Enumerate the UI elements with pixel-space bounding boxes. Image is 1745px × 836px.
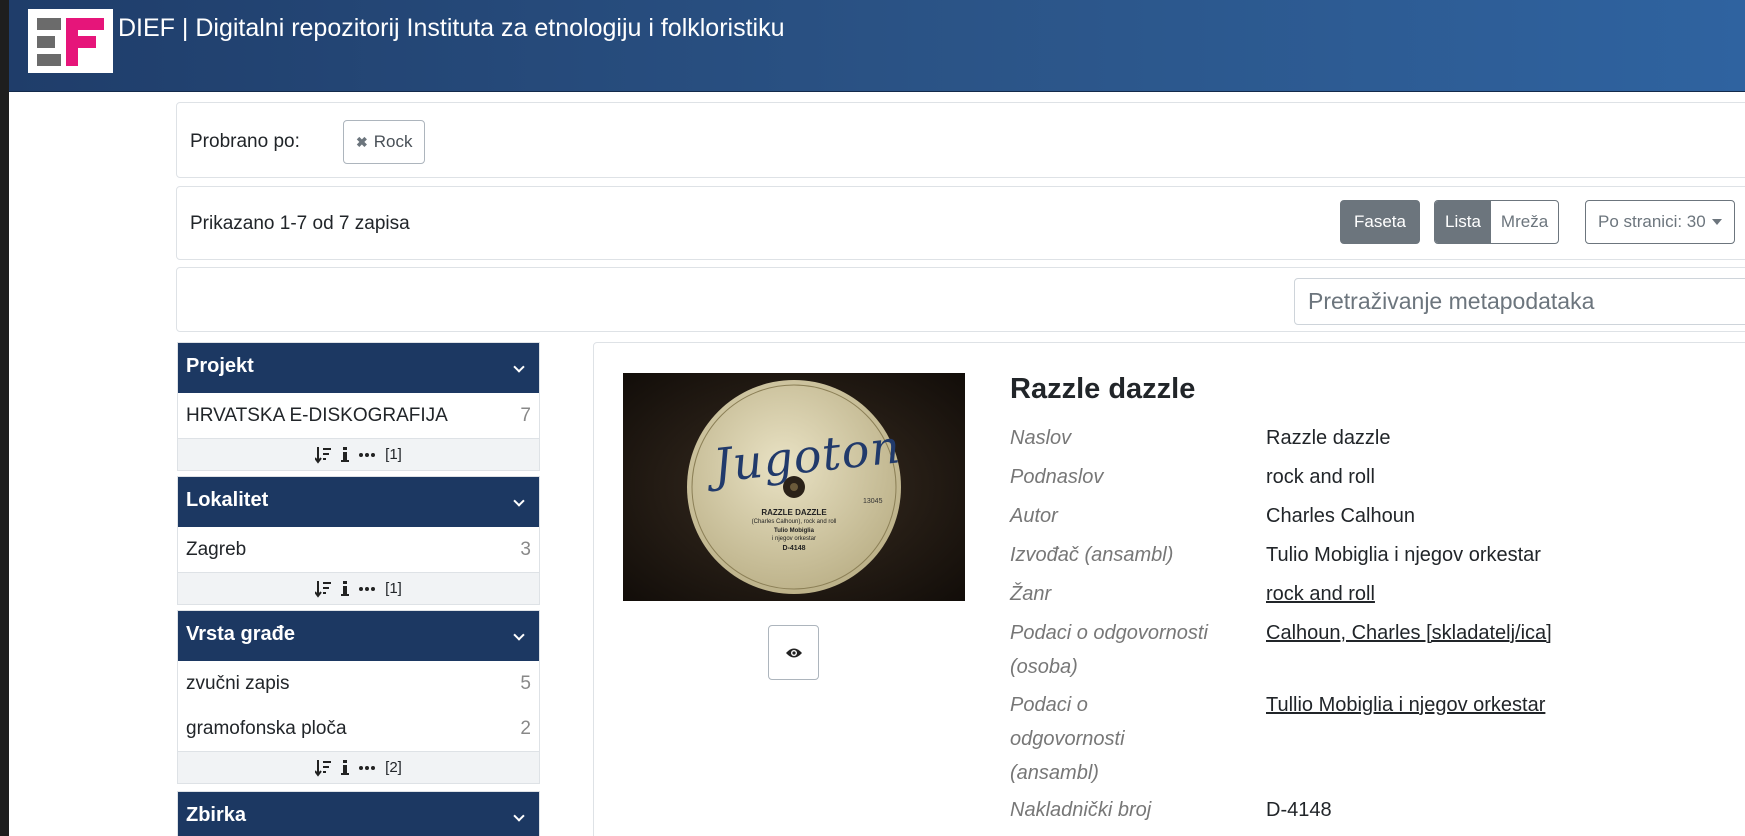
- record-card: Jugoton 13045 RAZZLE DAZZLE (Charles Cal…: [593, 342, 1745, 836]
- more-icon[interactable]: [359, 765, 376, 771]
- dief-logo[interactable]: [28, 9, 113, 73]
- label-side-number: 13045: [863, 498, 883, 505]
- meta-value: Charles Calhoun: [1266, 505, 1415, 527]
- meta-value-link[interactable]: Calhoun, Charles [skladatelj/ica]: [1266, 616, 1552, 650]
- facet-item-count: 3: [520, 538, 531, 560]
- sort-icon[interactable]: [315, 446, 332, 464]
- facet-vrsta-grade: Vrsta građe zvučni zapis 5 gramofonska p…: [177, 610, 540, 784]
- facet-more-count[interactable]: [1]: [385, 580, 402, 597]
- more-icon[interactable]: [359, 586, 376, 592]
- active-filters-panel: Probrano po: ✖ Rock: [176, 102, 1745, 178]
- facet-projekt: Projekt HRVATSKA E-DISKOGRAFIJA 7 [1]: [177, 342, 540, 471]
- faceta-button[interactable]: Faseta: [1340, 200, 1420, 244]
- meta-label: Podaci o odgovornosti (ansambl): [1010, 694, 1125, 784]
- facet-item-count: 7: [520, 404, 531, 426]
- eye-icon: [785, 648, 802, 657]
- view-toggle: Lista Mreža: [1434, 200, 1560, 244]
- facet-item[interactable]: zvučni zapis 5: [178, 661, 539, 706]
- sort-icon[interactable]: [315, 759, 332, 777]
- facet-header[interactable]: Zbirka: [178, 792, 539, 836]
- facet-item-label: zvučni zapis: [186, 672, 290, 694]
- facet-zbirka: Zbirka: [177, 791, 540, 836]
- meta-label: Autor: [1010, 505, 1058, 527]
- meta-label: Žanr: [1010, 583, 1052, 605]
- facet-header[interactable]: Vrsta građe: [178, 611, 539, 661]
- meta-value: Tulio Mobiglia i njegov orkestar: [1266, 544, 1541, 566]
- facet-item[interactable]: HRVATSKA E-DISKOGRAFIJA 7: [178, 393, 539, 438]
- meta-value: D-4148: [1266, 799, 1332, 821]
- meta-value-link[interactable]: rock and roll: [1266, 577, 1375, 611]
- meta-label: Naslov: [1010, 427, 1072, 449]
- list-view-button[interactable]: Lista: [1435, 201, 1491, 243]
- search-panel: Pretraživanje metapodataka: [176, 267, 1745, 332]
- site-header: DIEF | Digitalni repozitorij Instituta z…: [9, 0, 1745, 92]
- filter-chip-label: Rock: [373, 132, 413, 151]
- per-page-label: Po stranici: 30: [1598, 212, 1706, 231]
- meta-label: Podnaslov: [1010, 466, 1104, 488]
- site-title[interactable]: DIEF | Digitalni repozitorij Instituta z…: [118, 14, 785, 43]
- facet-footer: [2]: [178, 751, 539, 783]
- label-song: RAZZLE DAZZLE: [761, 508, 827, 517]
- more-icon[interactable]: [359, 452, 376, 458]
- sort-icon[interactable]: [315, 580, 332, 598]
- facet-item-label: gramofonska ploča: [186, 717, 347, 739]
- caret-down-icon: [1711, 219, 1722, 225]
- record-thumbnail[interactable]: Jugoton 13045 RAZZLE DAZZLE (Charles Cal…: [623, 373, 965, 601]
- record-title[interactable]: Razzle dazzle: [1010, 373, 1195, 406]
- facet-item-count: 2: [520, 717, 531, 739]
- filter-label: Probrano po:: [190, 131, 300, 152]
- facet-footer: [1]: [178, 438, 539, 470]
- info-icon[interactable]: [341, 580, 350, 597]
- facet-title: Lokalitet: [186, 489, 269, 511]
- per-page-dropdown[interactable]: Po stranici: 30: [1585, 200, 1735, 244]
- meta-label: Podaci o odgovornosti (osoba): [1010, 622, 1208, 678]
- info-icon[interactable]: [341, 759, 350, 776]
- label-line3: Tulio Mobiglia: [774, 528, 814, 534]
- label-line4: i njegov orkestar: [771, 536, 817, 542]
- meta-value: rock and roll: [1266, 466, 1375, 488]
- facet-more-count[interactable]: [1]: [385, 446, 402, 463]
- results-count: Prikazano 1-7 od 7 zapisa: [190, 213, 410, 234]
- grid-view-button[interactable]: Mreža: [1491, 201, 1558, 243]
- preview-button[interactable]: [768, 625, 819, 680]
- meta-label: Izvođač (ansambl): [1010, 544, 1174, 566]
- facet-title: Zbirka: [186, 804, 247, 826]
- facet-item-label: HRVATSKA E-DISKOGRAFIJA: [186, 404, 448, 426]
- label-number: D-4148: [782, 545, 806, 552]
- meta-value-link[interactable]: Tullio Mobiglia i njegov orkestar: [1266, 688, 1545, 722]
- meta-value: Razzle dazzle: [1266, 427, 1391, 449]
- facet-item[interactable]: Zagreb 3: [178, 527, 539, 572]
- facet-footer: [1]: [178, 572, 539, 604]
- browser-page: DIEF | Digitalni repozitorij Instituta z…: [9, 0, 1745, 836]
- filter-chip-rock[interactable]: ✖ Rock: [343, 120, 426, 164]
- facet-more-count[interactable]: [2]: [385, 759, 402, 776]
- chevron-down-icon: [513, 810, 525, 822]
- close-icon: ✖: [356, 133, 368, 150]
- vinyl-record-image: [623, 373, 965, 601]
- results-toolbar: Prikazano 1-7 od 7 zapisa Faseta Lista M…: [176, 186, 1745, 260]
- facet-lokalitet: Lokalitet Zagreb 3 [1]: [177, 476, 540, 605]
- facet-item-label: Zagreb: [186, 538, 247, 560]
- facet-title: Projekt: [186, 355, 254, 377]
- facet-header[interactable]: Lokalitet: [178, 477, 539, 527]
- facet-header[interactable]: Projekt: [178, 343, 539, 393]
- chevron-down-icon: [513, 361, 525, 373]
- chevron-down-icon: [513, 629, 525, 641]
- label-line2: (Charles Calhoun), rock and roll: [751, 519, 837, 525]
- meta-label: Nakladnički broj: [1010, 799, 1152, 821]
- facet-title: Vrsta građe: [186, 623, 295, 645]
- info-icon[interactable]: [341, 446, 350, 463]
- metadata-search-input[interactable]: Pretraživanje metapodataka: [1294, 278, 1745, 325]
- facet-item[interactable]: gramofonska ploča 2: [178, 706, 539, 751]
- chevron-down-icon: [513, 495, 525, 507]
- facet-item-count: 5: [520, 672, 531, 694]
